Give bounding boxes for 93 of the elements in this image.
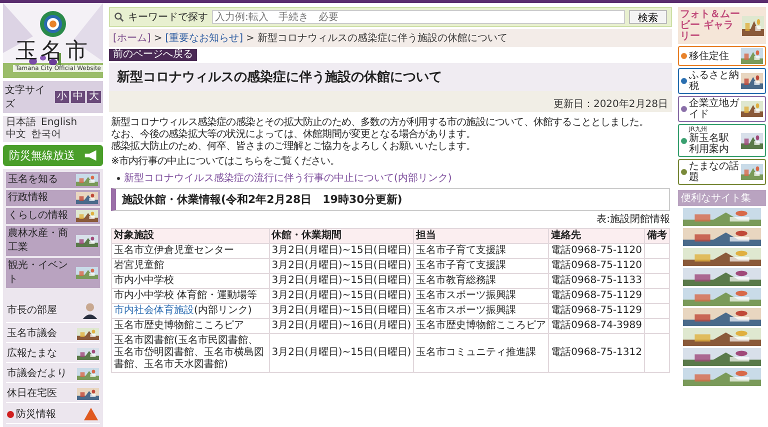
table-cell	[644, 304, 670, 318]
breadcrumb-link[interactable]: [ホーム]	[113, 31, 151, 45]
table-cell: 玉名市子育て支援課	[414, 258, 549, 274]
paragraph: 新型コロナウィルス感染症の感染とその拡大防止のため、多数の方が利用する市の施設について、休館することとしました。	[111, 117, 650, 128]
note-text: ※市内行事の中止についてはこちらをご覧ください。	[111, 156, 341, 168]
search-field[interactable]: 入力例:転入 手続き 必要	[212, 10, 625, 24]
useful-sites-heading: 便利なサイト集	[678, 190, 766, 206]
breadcrumb-link[interactable]: [重要なお知らせ]	[165, 31, 244, 45]
table-cell	[644, 258, 670, 274]
banner-link[interactable]: 移住定住	[678, 46, 766, 66]
column-header: 対象施設	[112, 228, 270, 244]
side-link[interactable]: 休日在宅医	[7, 387, 75, 400]
table-cell: 玉名市子育て支援課	[414, 244, 549, 258]
banner-label: たまなの話題	[689, 161, 739, 183]
banner-link[interactable]: 企業立地ガイド	[678, 96, 766, 122]
updated-date: 更新日：2020年2月28日	[553, 99, 668, 110]
banner-label: 移住定住	[689, 50, 730, 62]
search-label: キーワードで探す	[128, 11, 208, 24]
warning-icon	[83, 407, 99, 421]
table-cell: 電話0968-75-1133	[548, 274, 644, 288]
table-cell: 3月2日(月曜日)~15日(日曜日)	[269, 304, 414, 318]
internal-link[interactable]: 新型コロナウイルス感染症の流行に伴う行事の中止について(内部リンク)	[124, 171, 452, 185]
alert-icon	[7, 410, 14, 418]
facility-link[interactable]: 市内社会体育施設	[114, 305, 194, 316]
search-button[interactable]: 検索	[629, 10, 667, 24]
table-cell: 3月2日(月曜日)~15日(日曜日)	[269, 334, 414, 372]
column-header: 備考	[644, 228, 670, 244]
back-button[interactable]: 前のページへ戻る	[109, 49, 197, 61]
side-link[interactable]: 広報たまな	[7, 347, 75, 360]
section-heading: 施設休館・休業情報(令和2年2月28日 19時30分更新)	[111, 188, 670, 211]
table-cell: 電話0968-74-3989	[548, 318, 644, 334]
side-link[interactable]: 玉名市議会	[7, 327, 75, 340]
table-cell: 電話0968-75-1129	[548, 304, 644, 318]
table-cell: 岩宮児童館	[112, 258, 270, 274]
font-size-label: 文字サイズ	[5, 84, 46, 111]
megaphone-icon	[84, 150, 98, 161]
link-note: (内部リンク)	[194, 305, 252, 316]
search-icon	[114, 12, 124, 22]
table-cell: 3月2日(月曜日)~15日(日曜日)	[269, 288, 414, 304]
language-link[interactable]: 한국어	[31, 129, 61, 141]
city-emblem-icon	[38, 9, 68, 39]
paragraph: 感染拡大防止のため、何卒、皆さまのご理解とご協力をよろしくお願いいたします。	[111, 141, 477, 153]
banner-label: 新玉名駅	[689, 133, 730, 144]
table-caption: 表:施設閉館情報	[596, 214, 670, 225]
table-cell: 電話0968-75-1129	[548, 288, 644, 304]
table-cell: 玉名市歴史博物館こころピア	[112, 318, 270, 334]
table-cell	[644, 318, 670, 334]
banner-label: ふるさと納税	[689, 70, 739, 92]
banner-label: 利用案内	[689, 144, 730, 155]
language-link[interactable]: 日本語	[6, 117, 36, 129]
font-size-button[interactable]: 小	[55, 91, 69, 103]
table-cell	[644, 244, 670, 258]
font-size-button[interactable]: 大	[87, 91, 101, 103]
breadcrumb-separator: >	[154, 32, 162, 44]
table-cell: 3月2日(月曜日)~15日(日曜日)	[269, 244, 414, 258]
banner-link[interactable]: ふるさと納税	[678, 68, 766, 94]
font-size-button[interactable]: 中	[71, 91, 85, 103]
table-cell: 3月2日(月曜日)~15日(日曜日)	[269, 258, 414, 274]
side-link[interactable]: 防災情報	[16, 408, 81, 420]
banner-link[interactable]: たまなの話題	[678, 159, 766, 185]
table-cell: 玉名市スポーツ振興課	[414, 288, 549, 304]
side-link[interactable]: 市議会だより	[7, 367, 75, 380]
table-cell: 3月2日(月曜日)~16日(月曜日)	[269, 318, 414, 334]
table-cell: 3月2日(月曜日)~15日(日曜日)	[269, 274, 414, 288]
table-cell: 電話0968-75-1120	[548, 258, 644, 274]
page-title: 新型コロナウィルスの感染症に伴う施設の休館について	[116, 68, 443, 87]
table-cell: 玉名市図書館(玉名市民図書館、玉名市岱明図書館、玉名市横島図書館、玉名市天水図書館)	[112, 334, 270, 372]
breadcrumb-current: 新型コロナウィルスの感染症に伴う施設の休館について	[257, 32, 508, 45]
column-header: 担当	[414, 228, 549, 244]
language-link[interactable]: 中文	[6, 129, 26, 141]
bullet-icon	[117, 176, 120, 180]
table-cell: 市内小中学校 体育館・運動場等	[112, 288, 270, 304]
table-cell	[644, 288, 670, 304]
table-cell: 玉名市スポーツ振興課	[414, 304, 549, 318]
table-cell: 電話0968-75-1120	[548, 244, 644, 258]
table-cell	[644, 334, 670, 372]
side-link[interactable]: 市長の部屋	[7, 304, 79, 316]
table-cell: 玉名市歴史博物館こころピア	[414, 318, 549, 334]
table-cell	[644, 274, 670, 288]
column-header: 連絡先	[548, 228, 644, 244]
gallery-title: フォト＆ムービー ギャラリー	[680, 9, 740, 42]
banner-label: 企業立地ガイド	[689, 98, 739, 120]
column-header: 休館・休業期間	[269, 228, 414, 244]
language-link[interactable]: English	[41, 117, 78, 129]
gallery-banner[interactable]: フォト＆ムービー ギャラリー	[678, 7, 766, 44]
table-cell: 玉名市コミュニティ推進課	[414, 334, 549, 372]
breadcrumb-separator: >	[246, 32, 254, 44]
table-cell: 玉名市教育総務課	[414, 274, 549, 288]
table-cell: 市内小中学校	[112, 274, 270, 288]
site-name: 玉名市	[16, 39, 90, 65]
table-cell: 玉名市立伊倉児童センター	[112, 244, 270, 258]
paragraph: なお、今後の感染拡大等の状況によっては、休館期間が変更となる場合があります。	[111, 129, 477, 140]
table-cell: 電話0968-75-1312	[548, 334, 644, 372]
